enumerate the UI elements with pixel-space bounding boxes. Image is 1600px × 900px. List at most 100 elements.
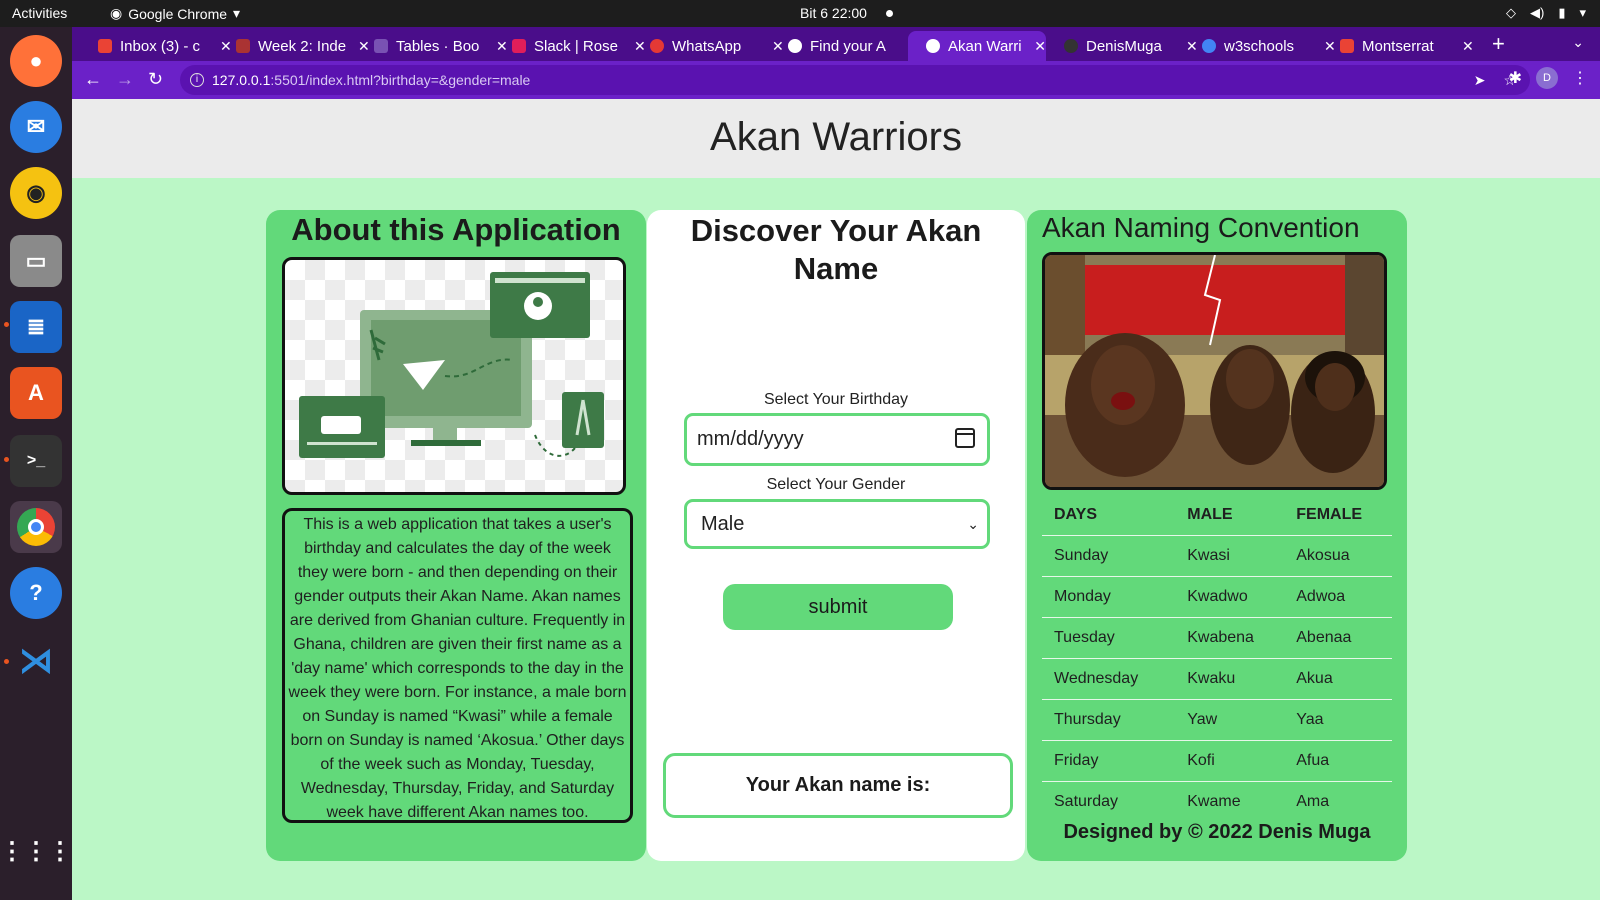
result-output: Your Akan name is: bbox=[663, 753, 1013, 818]
files-icon[interactable]: ▭ bbox=[10, 235, 62, 287]
web-page: Akan Warriors About this Application Thi… bbox=[72, 99, 1600, 900]
about-description: This is a web application that takes a u… bbox=[282, 508, 633, 823]
chevron-down-icon: ▾ bbox=[233, 5, 241, 21]
warriors-photo-drawing bbox=[1045, 255, 1384, 487]
url-host: 127.0.0.1 bbox=[212, 72, 271, 88]
tab-label: w3schools bbox=[1224, 37, 1295, 55]
info-icon[interactable]: i bbox=[190, 73, 204, 87]
table-row: Saturday Kwame Ama bbox=[1042, 781, 1392, 822]
writer-icon[interactable]: ≣ bbox=[10, 301, 62, 353]
day-cell: Wednesday bbox=[1042, 658, 1176, 700]
reload-icon[interactable]: ↻ bbox=[148, 69, 163, 90]
globe-icon bbox=[926, 39, 940, 53]
about-illustration bbox=[282, 257, 626, 495]
female-name-cell: Ama bbox=[1296, 792, 1330, 810]
about-heading: About this Application bbox=[291, 212, 621, 247]
tab-montserrat[interactable]: Montserrat ✕ bbox=[1322, 31, 1474, 61]
male-name-cell: Kwasi bbox=[1175, 535, 1285, 577]
app-menu-label: Google Chrome bbox=[128, 5, 228, 22]
thunderbird-icon[interactable]: ✉ bbox=[10, 101, 62, 153]
day-cell: Tuesday bbox=[1042, 617, 1176, 659]
calendar-icon[interactable] bbox=[955, 428, 975, 448]
google-fonts-icon bbox=[1340, 39, 1354, 53]
clock[interactable]: Bit 6 22:00 bbox=[800, 5, 867, 21]
gender-selected-value: Male bbox=[701, 513, 745, 535]
github-icon bbox=[1064, 39, 1078, 53]
profile-avatar[interactable]: D bbox=[1536, 67, 1558, 89]
female-name-cell: Abenaa bbox=[1284, 617, 1392, 659]
system-tray[interactable]: ◇ ◀) ▮ ▾ bbox=[1506, 5, 1586, 21]
tab-tables[interactable]: Tables · Boo ✕ bbox=[356, 31, 508, 61]
running-indicator bbox=[4, 457, 9, 462]
gender-label: Select Your Gender bbox=[766, 476, 906, 493]
akan-warriors-photo bbox=[1042, 252, 1387, 490]
back-icon[interactable]: ← bbox=[84, 69, 102, 90]
male-name-cell: Kwadwo bbox=[1175, 576, 1285, 618]
day-cell: Thursday bbox=[1042, 699, 1176, 741]
app-grid-icon[interactable]: ⋮⋮⋮ bbox=[0, 825, 72, 877]
chrome-icon[interactable] bbox=[10, 501, 62, 553]
tab-label: DenisMuga bbox=[1086, 37, 1162, 55]
table-row: Thursday Yaw Yaa bbox=[1042, 699, 1392, 741]
close-icon[interactable]: ✕ bbox=[1034, 38, 1046, 55]
female-name-cell: Akua bbox=[1284, 658, 1392, 700]
vscode-icon[interactable]: ⋊ bbox=[10, 635, 62, 687]
close-icon[interactable]: ✕ bbox=[1462, 38, 1474, 55]
tab-week2[interactable]: Week 2: Inde ✕ bbox=[218, 31, 370, 61]
tab-whatsapp[interactable]: WhatsApp ✕ bbox=[632, 31, 784, 61]
tab-akan-warriors[interactable]: Akan Warri ✕ bbox=[908, 31, 1046, 61]
day-cell: Monday bbox=[1042, 576, 1176, 618]
rhythmbox-icon[interactable]: ◉ bbox=[10, 167, 62, 219]
tab-strip: Inbox (3) - c ✕ Week 2: Inde ✕ Tables · … bbox=[72, 27, 1600, 61]
column-header-male: MALE bbox=[1175, 495, 1285, 536]
running-indicator bbox=[4, 322, 9, 327]
tab-search-icon[interactable]: ⌄ bbox=[1572, 34, 1584, 51]
male-name-cell: Kofi bbox=[1175, 740, 1285, 782]
notification-dot bbox=[886, 10, 893, 17]
tab-github[interactable]: DenisMuga ✕ bbox=[1046, 31, 1198, 61]
table-row: Sunday Kwasi Akosua bbox=[1042, 535, 1392, 577]
tab-inbox[interactable]: Inbox (3) - c ✕ bbox=[80, 31, 232, 61]
birthday-input[interactable]: mm/dd/yyyy bbox=[684, 413, 990, 466]
software-center-icon[interactable]: A bbox=[10, 367, 62, 419]
akan-names-table: DAYS MALE FEMALE Sunday Kwasi Akosua Mon… bbox=[1042, 495, 1392, 822]
battery-icon: ▮ bbox=[1558, 5, 1566, 20]
url-path: :5501/index.html?birthday=&gender=male bbox=[270, 72, 531, 88]
globe-icon bbox=[788, 39, 802, 53]
gmail-icon bbox=[98, 39, 112, 53]
help-icon[interactable]: ? bbox=[10, 567, 62, 619]
female-name-cell: Akosua bbox=[1284, 535, 1392, 577]
male-name-cell: Kwaku bbox=[1175, 658, 1285, 700]
gender-select[interactable]: Male ⌄ bbox=[684, 499, 990, 549]
tab-label: WhatsApp bbox=[672, 37, 742, 55]
tab-find-your[interactable]: Find your A ✕ bbox=[770, 31, 922, 61]
app-menu[interactable]: ◉ Google Chrome ▾ bbox=[110, 5, 240, 22]
page-header: Akan Warriors bbox=[72, 99, 1600, 178]
submit-button[interactable]: submit bbox=[723, 584, 953, 630]
browser-toolbar: ← → ↻ i 127.0.0.1:5501/index.html?birthd… bbox=[72, 61, 1600, 99]
terminal-icon[interactable]: >_ bbox=[10, 435, 62, 487]
tab-slack[interactable]: Slack | Rose ✕ bbox=[494, 31, 646, 61]
firefox-icon[interactable]: ● bbox=[10, 35, 62, 87]
tab-label: Tables · Boo bbox=[396, 37, 480, 55]
tab-label: Akan Warri bbox=[948, 37, 1022, 55]
day-cell: Sunday bbox=[1042, 535, 1176, 577]
menu-kebab-icon[interactable]: ⋮ bbox=[1572, 68, 1588, 88]
forward-icon[interactable]: → bbox=[116, 69, 134, 90]
tab-label: Slack | Rose bbox=[534, 37, 618, 55]
send-icon[interactable]: ➤ bbox=[1474, 65, 1486, 95]
designer-credit: Designed by © 2022 Denis Muga bbox=[1063, 821, 1371, 843]
new-tab-icon[interactable]: + bbox=[1492, 31, 1505, 57]
extensions-icon[interactable]: ✱ bbox=[1509, 68, 1522, 88]
tab-label: Montserrat bbox=[1362, 37, 1434, 55]
running-indicator bbox=[4, 659, 9, 664]
convention-heading: Akan Naming Convention bbox=[1042, 212, 1360, 243]
address-bar[interactable]: i 127.0.0.1:5501/index.html?birthday=&ge… bbox=[180, 65, 1530, 95]
discover-heading: Discover Your Akan Name bbox=[690, 213, 982, 286]
discover-form-section: Discover Your Akan Name Select Your Birt… bbox=[647, 210, 1025, 861]
table-row: Friday Kofi Afua bbox=[1042, 740, 1392, 782]
tab-w3schools[interactable]: w3schools ✕ bbox=[1184, 31, 1336, 61]
bootstrap-icon bbox=[374, 39, 388, 53]
table-row: Tuesday Kwabena Abenaa bbox=[1042, 617, 1392, 659]
activities-button[interactable]: Activities bbox=[12, 5, 67, 21]
